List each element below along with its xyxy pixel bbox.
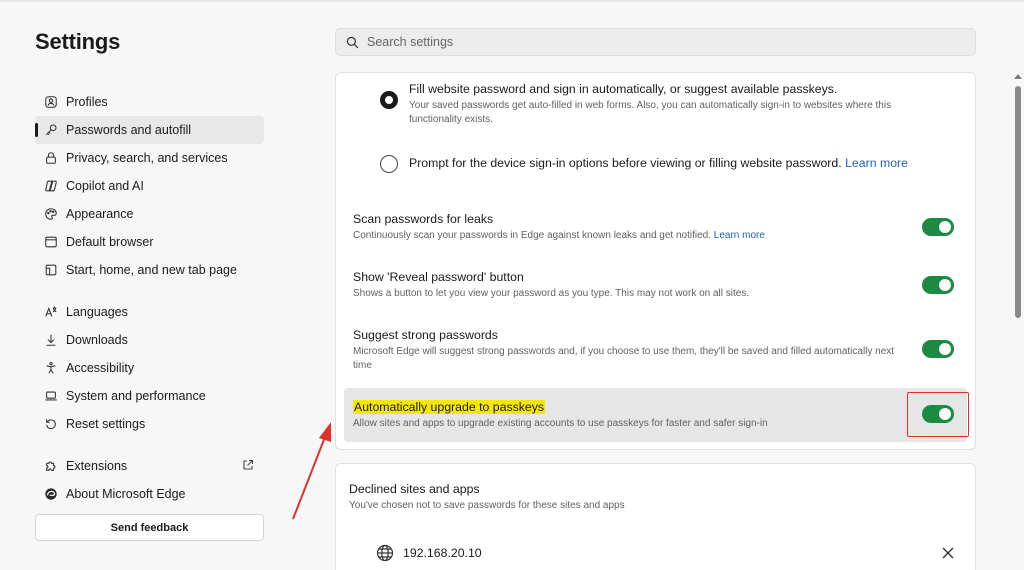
reveal-password-toggle[interactable] [922, 276, 954, 294]
scan-leaks-toggle[interactable] [922, 218, 954, 236]
sidebar-item-languages[interactable]: Languages [35, 298, 264, 326]
list-item: 192.168.20.10 [376, 544, 482, 562]
sidebar-item-about[interactable]: About Microsoft Edge [35, 480, 264, 508]
setting-description: Allow sites and apps to upgrade existing… [353, 418, 768, 429]
sidebar-item-privacy[interactable]: Privacy, search, and services [35, 144, 264, 172]
open-external-icon[interactable] [242, 459, 254, 471]
page-title: Settings [35, 29, 121, 54]
sidebar-item-start-home[interactable]: Start, home, and new tab page [35, 256, 264, 284]
sidebar-item-copilot[interactable]: Copilot and AI [35, 172, 264, 200]
palette-icon [44, 207, 58, 221]
setting-label: Scan passwords for leaks [353, 212, 494, 226]
sidebar-item-label: Languages [66, 305, 128, 319]
setting-reveal-password: Show 'Reveal password' button Shows a bu… [344, 269, 967, 301]
section-subtitle: You've chosen not to save passwords for … [349, 500, 625, 511]
setting-label: Suggest strong passwords [353, 328, 498, 342]
browser-icon [44, 235, 58, 249]
profile-icon [44, 95, 58, 109]
sidebar-item-label: System and performance [66, 389, 206, 403]
languages-icon [44, 305, 58, 319]
option-description: Your saved passwords get auto-filled in … [409, 100, 892, 125]
sidebar-item-label: Downloads [66, 333, 128, 347]
send-feedback-button[interactable]: Send feedback [35, 514, 264, 541]
setting-description: Continuously scan your passwords in Edge… [353, 230, 711, 241]
home-icon [44, 263, 58, 277]
search-bar[interactable] [335, 28, 976, 56]
reset-icon [44, 417, 58, 431]
sidebar-item-appearance[interactable]: Appearance [35, 200, 264, 228]
puzzle-icon [44, 459, 58, 473]
edge-logo-icon [44, 487, 58, 501]
setting-upgrade-passkeys: Automatically upgrade to passkeys Allow … [344, 388, 967, 442]
sidebar-item-label: Default browser [66, 235, 154, 249]
passwords-settings-card: Fill website password and sign in automa… [335, 72, 976, 450]
setting-label: Show 'Reveal password' button [353, 270, 524, 284]
autofill-option-prompt[interactable]: Prompt for the device sign-in options be… [380, 155, 908, 173]
scrollbar-thumb[interactable] [1015, 86, 1021, 318]
sidebar-item-passwords[interactable]: Passwords and autofill [35, 116, 264, 144]
search-input[interactable] [367, 35, 927, 49]
learn-more-link[interactable]: Learn more [714, 230, 765, 241]
setting-strong-passwords: Suggest strong passwords Microsoft Edge … [344, 327, 967, 373]
sidebar-item-label: Passwords and autofill [66, 123, 192, 137]
lock-icon [44, 151, 58, 165]
option-label: Fill website password and sign in automa… [409, 82, 838, 96]
sidebar-item-label: Appearance [66, 207, 134, 221]
sidebar-item-default-browser[interactable]: Default browser [35, 228, 264, 256]
setting-description: Shows a button to let you view your pass… [353, 288, 750, 299]
sidebar-item-label: Start, home, and new tab page [66, 263, 237, 277]
scroll-up-arrow[interactable] [1014, 74, 1022, 79]
declined-sites-card: Declined sites and apps You've chosen no… [335, 463, 976, 570]
setting-description: Microsoft Edge will suggest strong passw… [353, 346, 895, 371]
radio-button-checked[interactable] [380, 91, 398, 109]
key-icon [44, 123, 58, 137]
autofill-option-auto[interactable]: Fill website password and sign in automa… [380, 81, 929, 127]
sidebar-nav: Profiles Passwords and autofill Privacy,… [35, 88, 264, 508]
sidebar-item-reset[interactable]: Reset settings [35, 410, 264, 438]
section-title: Declined sites and apps [349, 482, 480, 496]
site-host: 192.168.20.10 [403, 546, 482, 560]
strong-passwords-toggle[interactable] [922, 340, 954, 358]
setting-scan-leaks: Scan passwords for leaks Continuously sc… [344, 211, 967, 243]
sidebar-item-label: Privacy, search, and services [66, 151, 228, 165]
sidebar-item-extensions[interactable]: Extensions [35, 452, 264, 480]
search-icon [346, 36, 359, 48]
sidebar-item-downloads[interactable]: Downloads [35, 326, 264, 354]
copilot-icon [44, 179, 58, 193]
download-icon [44, 333, 58, 347]
sidebar-item-label: Profiles [66, 95, 108, 109]
setting-label: Automatically upgrade to passkeys [353, 400, 546, 414]
accessibility-icon [44, 361, 58, 375]
sidebar-item-label: Extensions [66, 459, 128, 473]
sidebar-item-label: About Microsoft Edge [66, 487, 186, 501]
laptop-icon [44, 389, 58, 403]
option-label: Prompt for the device sign-in options be… [409, 156, 842, 170]
annotation-highlight-box [907, 392, 969, 437]
sidebar-item-label: Copilot and AI [66, 179, 144, 193]
sidebar-item-label: Accessibility [66, 361, 135, 375]
radio-button-unchecked[interactable] [380, 155, 398, 173]
sidebar-item-label: Reset settings [66, 417, 146, 431]
close-icon[interactable] [941, 546, 955, 560]
globe-icon [376, 544, 394, 562]
sidebar-item-system[interactable]: System and performance [35, 382, 264, 410]
sidebar: Settings Profiles Passwords and autofill… [0, 0, 280, 570]
learn-more-link[interactable]: Learn more [845, 156, 908, 170]
sidebar-item-profiles[interactable]: Profiles [35, 88, 264, 116]
sidebar-item-accessibility[interactable]: Accessibility [35, 354, 264, 382]
